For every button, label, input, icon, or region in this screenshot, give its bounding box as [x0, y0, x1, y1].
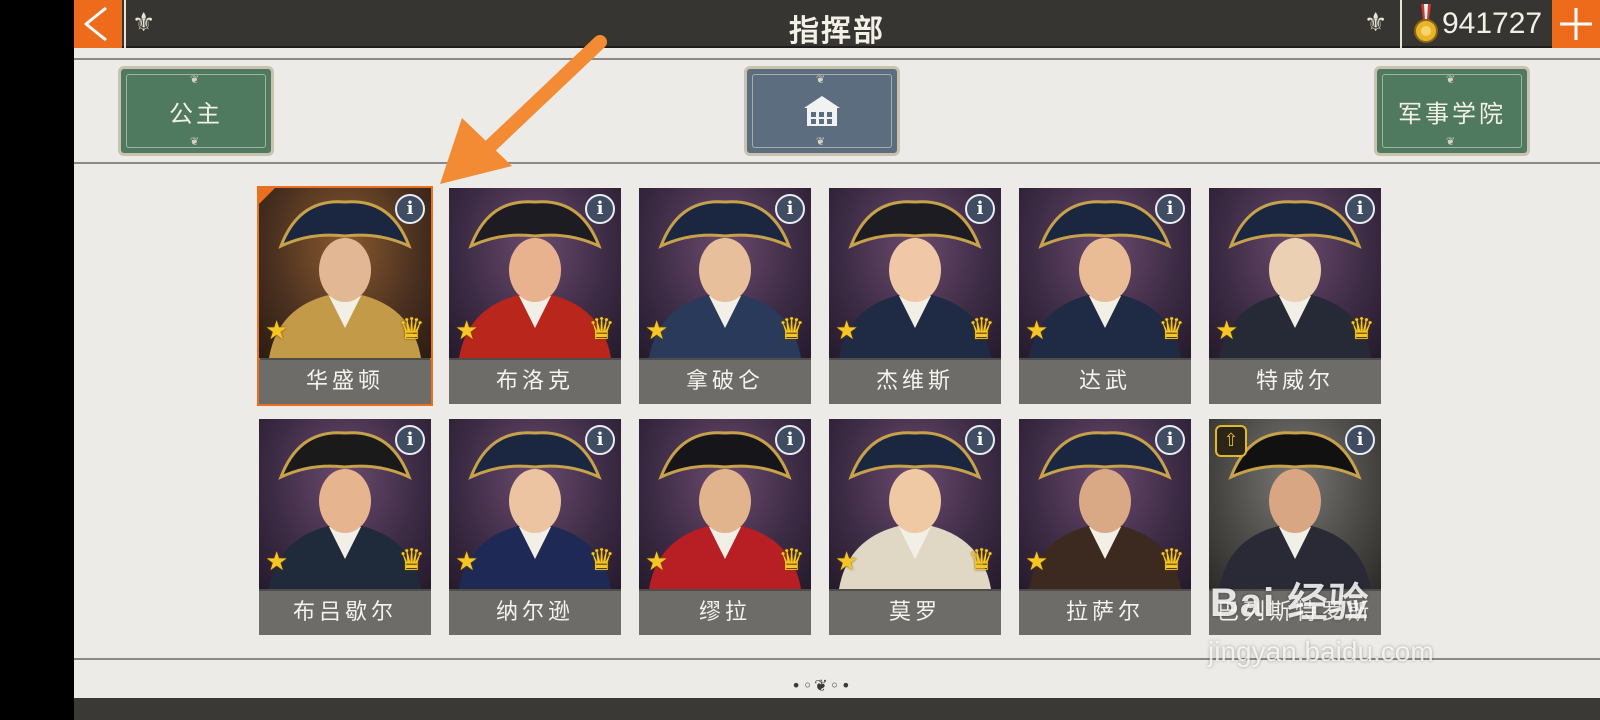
ornament: ❦: [815, 73, 829, 86]
general-name: 拿破仑: [639, 360, 811, 404]
crown-icon: ♛: [588, 312, 615, 347]
star-rank-icon: ★: [645, 316, 669, 346]
bottom-bar: [74, 698, 1600, 720]
military-academy-button[interactable]: ❦ 军事学院 ❦: [1374, 66, 1530, 156]
star-rank-icon: ★: [1215, 316, 1239, 346]
baidu-watermark: Bai 经验: [1210, 581, 1370, 625]
general-name: 拉萨尔: [1019, 591, 1191, 635]
general-name: 缪拉: [639, 591, 811, 635]
info-icon[interactable]: i: [1155, 425, 1185, 455]
info-icon[interactable]: i: [395, 194, 425, 224]
divider: [74, 58, 1600, 60]
command-center-screen: ⚜ 指挥部 ⚜ 941727 ❦ 公主 ❦ ❦ ❦ ❦ 军事学院 ❦ ★ ♛ i…: [74, 0, 1600, 720]
plus-icon: [1560, 8, 1592, 40]
general-name: 莫罗: [829, 591, 1001, 635]
star-rank-icon: ★: [265, 316, 289, 346]
star-rank-icon: ★: [835, 547, 859, 577]
info-icon[interactable]: i: [1345, 425, 1375, 455]
info-icon[interactable]: i: [775, 194, 805, 224]
info-icon[interactable]: i: [1345, 194, 1375, 224]
crown-icon: ♛: [1348, 312, 1375, 347]
ornament: ❦: [189, 73, 203, 86]
general-card[interactable]: ★ ♛ i 拉萨尔: [1019, 419, 1191, 635]
info-icon[interactable]: i: [585, 194, 615, 224]
info-icon[interactable]: i: [965, 425, 995, 455]
add-coins-button[interactable]: [1552, 0, 1600, 48]
star-rank-icon: ★: [265, 547, 289, 577]
star-rank-icon: ★: [835, 316, 859, 346]
left-black-strip: [0, 0, 74, 720]
coin-counter: 941727: [1442, 7, 1543, 40]
general-card[interactable]: ★ ♛ i 布吕歇尔: [259, 419, 431, 635]
crown-icon: ♛: [778, 543, 805, 578]
selected-corner-marker: [259, 188, 275, 204]
star-rank-icon: ★: [455, 547, 479, 577]
general-card[interactable]: ★ ♛ i 布洛克: [449, 188, 621, 404]
general-card[interactable]: ★ ♛ i 达武: [1019, 188, 1191, 404]
building-icon: [804, 96, 840, 126]
star-rank-icon: ★: [1025, 547, 1049, 577]
general-name: 纳尔逊: [449, 591, 621, 635]
headquarters-button[interactable]: ❦ ❦: [744, 66, 900, 156]
princess-button-label: 公主: [169, 99, 223, 128]
star-rank-icon: ★: [455, 316, 479, 346]
ornament: ❦: [189, 135, 203, 148]
crown-icon: ♛: [398, 312, 425, 347]
general-name: 华盛顿: [259, 360, 431, 404]
crown-icon: ♛: [968, 312, 995, 347]
general-name: 布洛克: [449, 360, 621, 404]
general-card[interactable]: ★ ♛ i 莫罗: [829, 419, 1001, 635]
general-name: 布吕歇尔: [259, 591, 431, 635]
fleur-de-lis-icon: ⚜: [1364, 8, 1388, 38]
general-name: 达武: [1019, 360, 1191, 404]
general-card[interactable]: ★ ♛ i 拿破仑: [639, 188, 811, 404]
general-card[interactable]: ★ ♛ i 缪拉: [639, 419, 811, 635]
ornament: ❦: [815, 135, 829, 148]
ornament: ❦: [1445, 73, 1459, 86]
top-bar: ⚜ 指挥部 ⚜ 941727: [74, 0, 1600, 49]
general-name: 特威尔: [1209, 360, 1381, 404]
crown-icon: ♛: [968, 543, 995, 578]
crown-icon: ♛: [398, 543, 425, 578]
crown-icon: ♛: [1158, 543, 1185, 578]
crown-icon: ♛: [778, 312, 805, 347]
crown-icon: ♛: [588, 543, 615, 578]
general-card[interactable]: ★ ♛ i 杰维斯: [829, 188, 1001, 404]
info-icon[interactable]: i: [1155, 194, 1185, 224]
upgrade-badge-icon[interactable]: ⇧: [1215, 425, 1247, 457]
info-icon[interactable]: i: [965, 194, 995, 224]
military-academy-button-label: 军事学院: [1398, 99, 1506, 128]
divider: [74, 162, 1600, 164]
ornament: ❦: [1445, 135, 1459, 148]
star-rank-icon: ★: [1025, 316, 1049, 346]
baidu-watermark-url: jingyan.baidu.com: [1208, 636, 1434, 667]
general-card[interactable]: ★ ♛ i 华盛顿: [257, 186, 433, 406]
divider: [1400, 0, 1402, 48]
general-card[interactable]: ★ ♛ i 特威尔: [1209, 188, 1381, 404]
info-icon[interactable]: i: [585, 425, 615, 455]
medal-icon: [1414, 4, 1438, 43]
princess-button[interactable]: ❦ 公主 ❦: [118, 66, 274, 156]
general-card[interactable]: ★ ♛ i 纳尔逊: [449, 419, 621, 635]
crown-icon: ♛: [1158, 312, 1185, 347]
info-icon[interactable]: i: [775, 425, 805, 455]
info-icon[interactable]: i: [395, 425, 425, 455]
star-rank-icon: ★: [645, 547, 669, 577]
general-name: 杰维斯: [829, 360, 1001, 404]
bottom-ornament: •◦❦◦•: [791, 676, 853, 695]
